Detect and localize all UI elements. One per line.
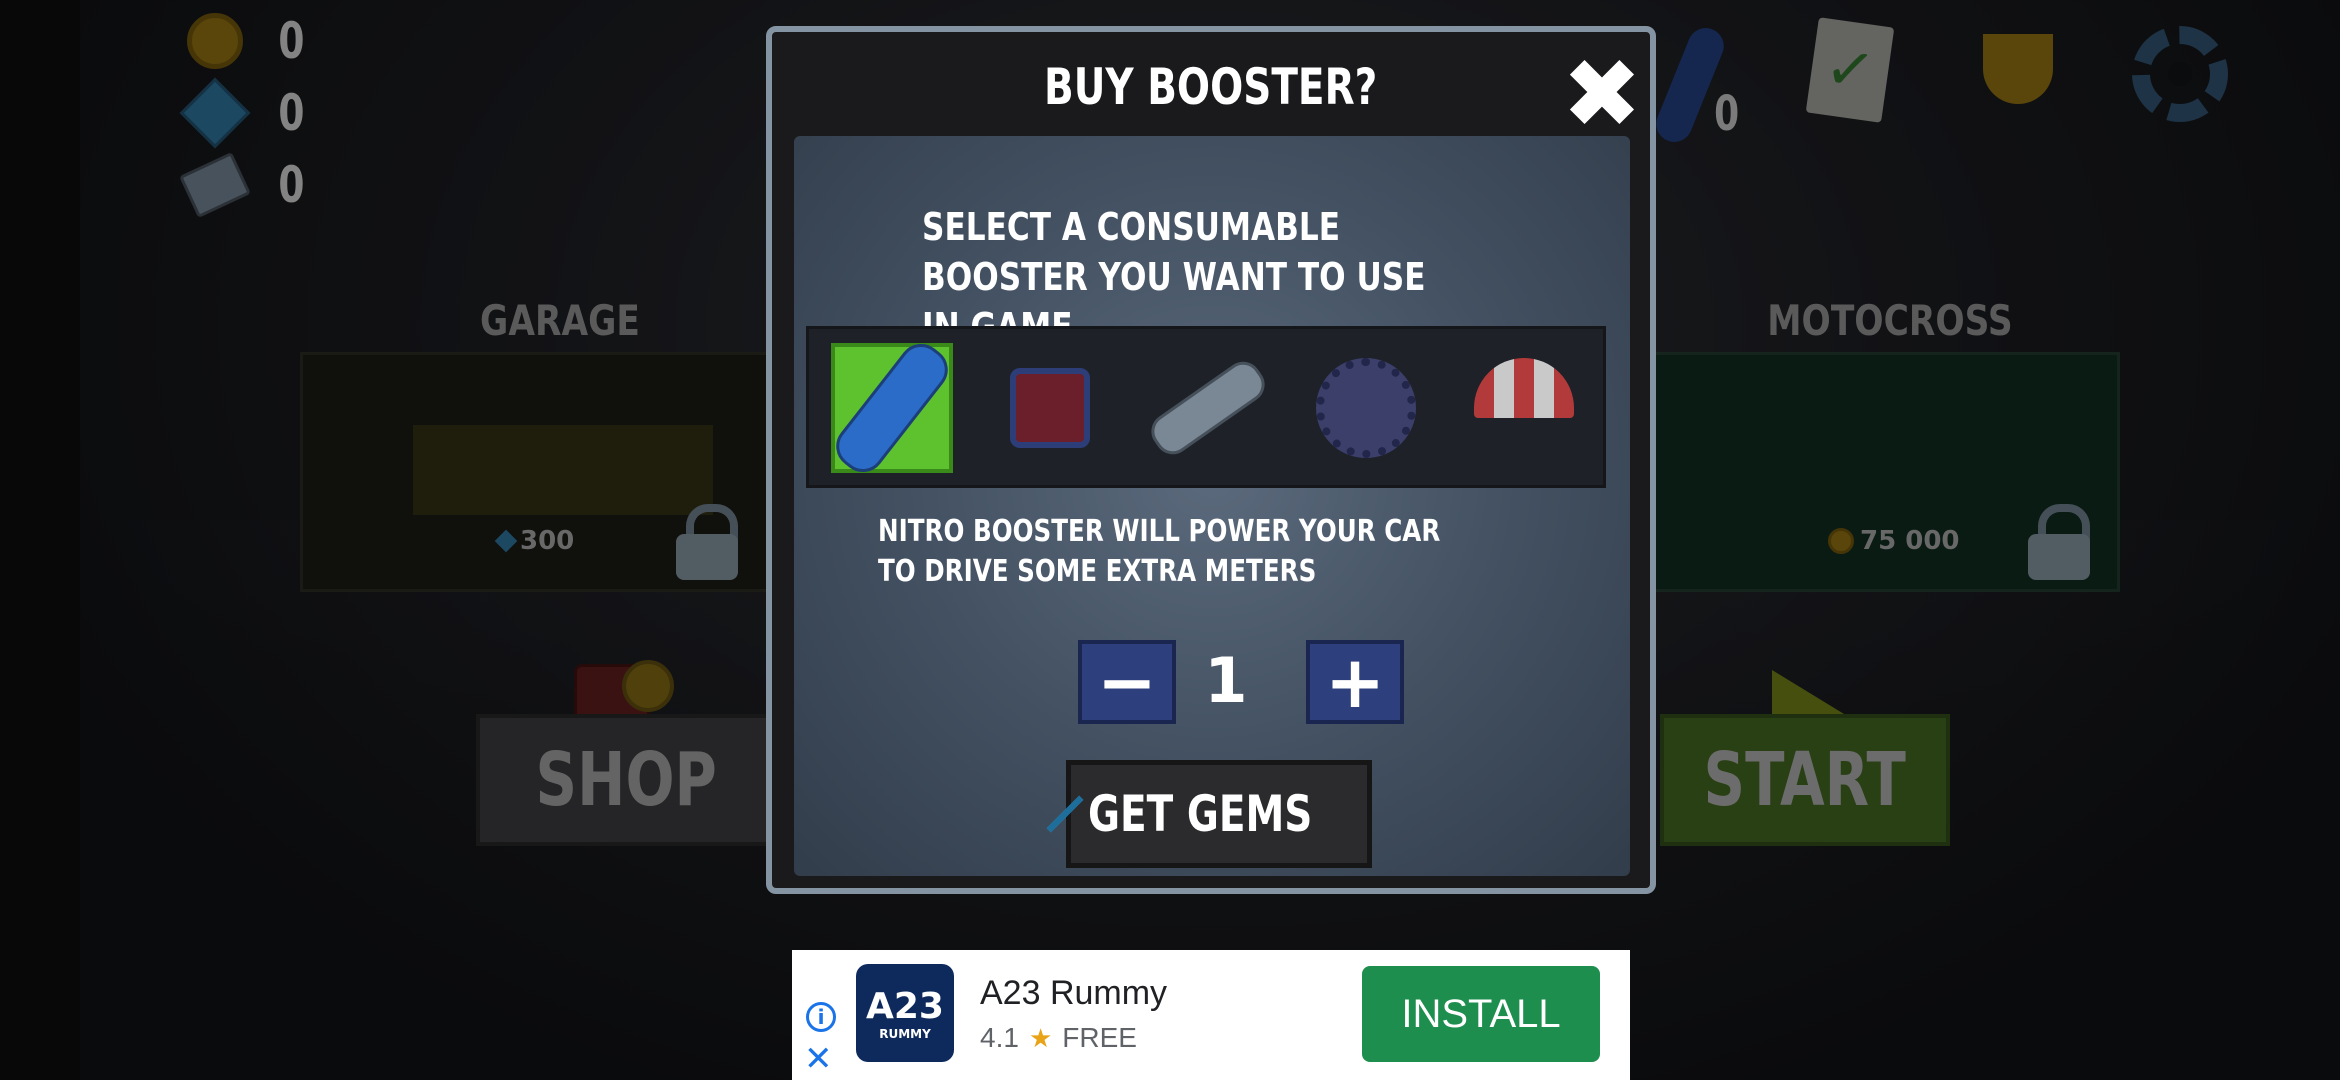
- quantity-value: 1: [1204, 644, 1248, 717]
- dialog-title: BUY BOOSTER?: [1044, 58, 1378, 116]
- wheel-booster-icon: [1316, 358, 1416, 458]
- close-icon[interactable]: ✖: [1560, 46, 1644, 142]
- booster-slot-parachute[interactable]: [1463, 343, 1585, 473]
- gem-icon: [1046, 795, 1084, 833]
- star-icon: ★: [1028, 1022, 1053, 1053]
- get-gems-button[interactable]: GET GEMS: [1046, 760, 1372, 868]
- buy-booster-dialog: BUY BOOSTER? ✖ SELECT A CONSUMABLE BOOST…: [766, 26, 1656, 894]
- increase-quantity-button[interactable]: +: [1306, 640, 1404, 724]
- ad-price: FREE: [1062, 1022, 1137, 1053]
- dialog-panel: SELECT A CONSUMABLE BOOSTER YOU WANT TO …: [794, 136, 1630, 876]
- ad-app-name: A23 Rummy: [980, 974, 1168, 1012]
- ad-close-icon[interactable]: ✕: [804, 1042, 833, 1076]
- booster-slot-wheel[interactable]: [1305, 343, 1427, 473]
- ad-app-logo: A23 RUMMY: [856, 964, 954, 1062]
- decrease-quantity-button[interactable]: −: [1078, 640, 1176, 724]
- cylinder-booster-icon: [1144, 354, 1272, 462]
- ad-banner[interactable]: i ✕ A23 RUMMY A23 Rummy 4.1 ★ FREE INSTA…: [792, 950, 1630, 1080]
- engine-booster-icon: [1010, 368, 1090, 448]
- booster-slot-engine[interactable]: [989, 343, 1111, 473]
- booster-slot-cylinder[interactable]: [1144, 343, 1272, 473]
- booster-description: NITRO BOOSTER WILL POWER YOUR CAR TO DRI…: [878, 514, 1441, 589]
- install-button[interactable]: INSTALL: [1362, 966, 1600, 1062]
- booster-slot-nitro[interactable]: [827, 335, 957, 481]
- parachute-booster-icon: [1474, 358, 1574, 418]
- ad-info-icon[interactable]: i: [806, 1002, 836, 1032]
- ad-rating: 4.1: [980, 1022, 1019, 1053]
- ad-app-meta: 4.1 ★ FREE: [980, 1022, 1137, 1054]
- booster-strip: [806, 326, 1606, 488]
- nitro-booster-icon: [827, 335, 957, 481]
